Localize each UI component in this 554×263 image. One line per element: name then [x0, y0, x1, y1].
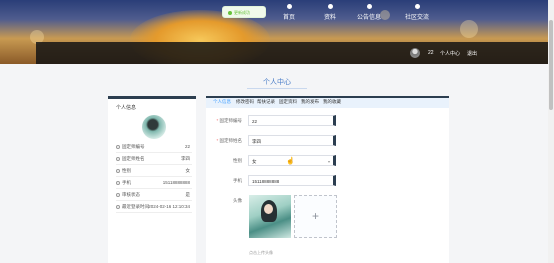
dot-icon — [414, 4, 420, 9]
field-label-name: * 固定师姓名 — [212, 138, 242, 144]
info-label: 手机 — [122, 180, 131, 185]
tab-my-posts[interactable]: 我的发布 — [301, 99, 319, 105]
avatar-label: 头像 — [233, 198, 242, 203]
info-icon — [116, 193, 120, 197]
info-row-last-login: 最近登录时间 2024-02-16 12:10:34 — [116, 203, 192, 213]
nav-item-label: 公告信息 — [356, 15, 381, 21]
id-field[interactable]: 22 — [248, 115, 336, 126]
field-label-text: 性别 — [233, 158, 242, 163]
field-label-text: 固定师姓名 — [219, 138, 243, 143]
info-value: 是 — [185, 192, 191, 197]
banner-bokeh — [460, 20, 478, 38]
info-row-phone: 手机 15118888888 — [116, 179, 192, 189]
user-avatar[interactable] — [410, 48, 420, 58]
nav-item-label: 首页 — [282, 15, 295, 21]
info-label: 性别 — [122, 168, 131, 173]
success-toast: 更新成功 — [222, 6, 266, 18]
dot-icon — [366, 4, 372, 9]
info-icon — [116, 157, 120, 161]
mouse-cursor-icon: ☝ — [286, 158, 295, 165]
nav-item-community[interactable]: 社区交流 — [392, 4, 442, 21]
phone-field[interactable]: 15118888888 — [248, 175, 336, 186]
info-row-id: 固定师编号 22 — [116, 143, 192, 153]
nav-item-announcements[interactable]: 公告信息 — [344, 4, 394, 21]
user-name[interactable]: 22 — [428, 50, 434, 56]
field-label-text: 固定师编号 — [219, 118, 243, 123]
field-label-phone: 手机 — [212, 178, 242, 184]
name-field[interactable]: 李四 — [248, 135, 336, 146]
info-label: 固定师姓名 — [122, 156, 145, 161]
nav-item-label: 社区交流 — [404, 15, 429, 21]
info-row-name: 固定师姓名 李四 — [116, 155, 192, 165]
info-icon — [116, 205, 120, 209]
info-row-gender: 性别 女 — [116, 167, 192, 177]
user-center-link[interactable]: 个人中心 — [440, 50, 460, 57]
required-mark: * — [216, 118, 219, 123]
chevron-down-icon[interactable]: ▾ — [328, 159, 330, 164]
info-label: 固定师编号 — [122, 144, 145, 149]
info-label: 审核状态 — [122, 192, 140, 197]
tab-favorites[interactable]: 我的收藏 — [323, 99, 341, 105]
dot-icon — [286, 4, 292, 9]
page-title: 个人中心 — [263, 79, 291, 86]
nav-item-label: 资料 — [323, 15, 336, 21]
dot-icon — [327, 4, 333, 9]
avatar-preview-face — [264, 204, 273, 214]
profile-avatar — [142, 115, 166, 139]
scrollbar-thumb[interactable] — [549, 20, 553, 110]
info-value: 李四 — [181, 156, 190, 161]
info-icon — [116, 145, 120, 149]
upload-tip: 点击上传头像 — [249, 250, 273, 255]
tab-profile[interactable]: 个人信息 — [213, 99, 231, 105]
info-row-status: 审核状态 是 — [116, 191, 192, 201]
tab-change-password[interactable]: 修改密码 — [236, 99, 254, 105]
info-icon — [116, 181, 120, 185]
field-label-gender: 性别 — [212, 158, 242, 164]
tab-materials[interactable]: 固定资料 — [279, 99, 297, 105]
required-mark: * — [216, 138, 219, 143]
field-label-text: 手机 — [233, 178, 242, 183]
toast-text: 更新成功 — [234, 10, 250, 15]
check-circle-icon — [228, 11, 232, 15]
avatar-upload-button[interactable]: + — [294, 195, 337, 238]
info-value: 15118888888 — [162, 180, 190, 185]
title-divider — [247, 88, 307, 89]
card-heading: 个人信息 — [116, 105, 137, 111]
info-value: 22 — [184, 144, 190, 149]
tab-help-records[interactable]: 帮扶记录 — [257, 99, 275, 105]
logout-link[interactable]: 退出 — [467, 50, 477, 57]
info-icon — [116, 169, 120, 173]
info-label: 最近登录时间 — [122, 204, 149, 209]
info-value: 2024-02-16 12:10:34 — [148, 204, 190, 209]
info-value: 女 — [185, 168, 191, 173]
field-label-id: * 固定师编号 — [212, 118, 242, 124]
